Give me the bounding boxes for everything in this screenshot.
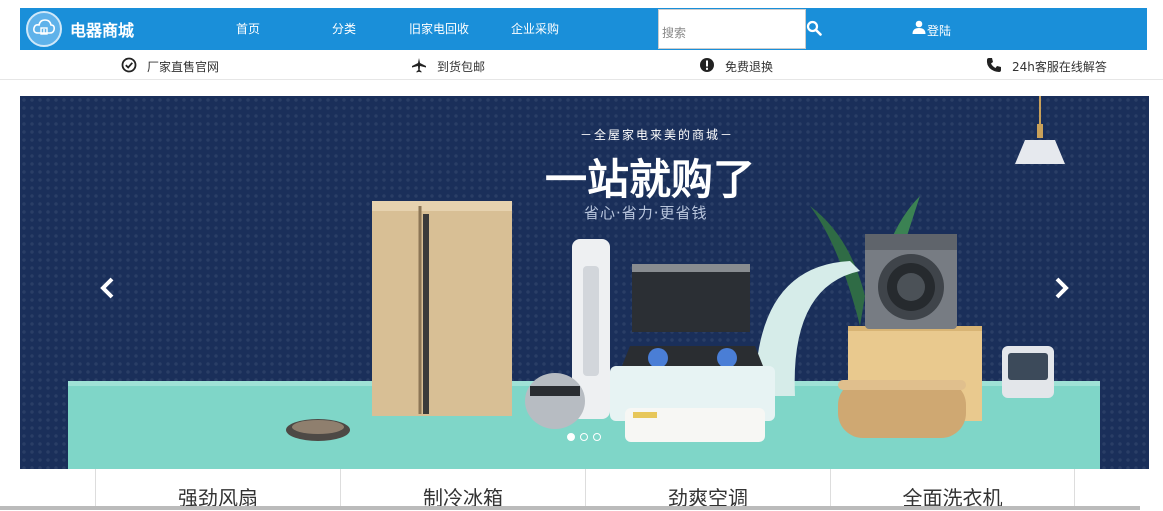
nav-category[interactable]: 分类 (332, 20, 356, 37)
carousel-dot-2[interactable] (580, 433, 588, 441)
category-fan[interactable]: 强劲风扇 (95, 469, 340, 510)
category-bar: 强劲风扇 制冷冰箱 劲爽空调 全面洗衣机 (95, 469, 1075, 510)
top-navbar: 电器商城 首页 分类 旧家电回收 企业采购 搜索 登陆 (20, 8, 1147, 50)
feature-label: 24h客服在线解答 (1012, 60, 1107, 74)
carousel-dot-3[interactable] (593, 433, 601, 441)
category-fridge[interactable]: 制冷冰箱 (340, 469, 585, 510)
nav-recycle[interactable]: 旧家电回收 (409, 20, 469, 37)
user-icon (912, 20, 926, 34)
check-circle-icon (121, 57, 137, 73)
search-input[interactable]: 搜索 (658, 9, 806, 49)
plane-icon (412, 58, 426, 73)
category-washer[interactable]: 全面洗衣机 (830, 469, 1075, 510)
product-illustration (286, 96, 1065, 442)
feature-label: 到货包邮 (437, 60, 486, 74)
hero-banner[interactable]: －全屋家电来美的商城－ 一站就购了 省心·省力·更省钱 (20, 96, 1149, 469)
search-icon[interactable] (806, 20, 822, 40)
category-ac[interactable]: 劲爽空调 (585, 469, 830, 510)
prev-arrow-icon[interactable] (98, 276, 116, 300)
feature-label: 免费退换 (725, 60, 774, 74)
page-bottom-divider (0, 506, 1140, 510)
login-label: 登陆 (927, 24, 952, 38)
nav-home[interactable]: 首页 (236, 20, 260, 37)
carousel-dot-1[interactable] (567, 433, 575, 441)
exclamation-circle-icon (700, 58, 714, 72)
feature-return: 免费退换 (700, 58, 774, 75)
phone-icon (986, 58, 1001, 72)
cloud-logo-icon[interactable] (26, 11, 62, 47)
next-arrow-icon[interactable] (1053, 276, 1071, 300)
feature-official: 厂家直售官网 (121, 57, 220, 75)
nav-enterprise[interactable]: 企业采购 (511, 20, 559, 37)
brand-name[interactable]: 电器商城 (70, 17, 134, 41)
feature-label: 厂家直售官网 (147, 60, 220, 74)
feature-strip: 厂家直售官网 到货包邮 免费退换 24h客服在线解答 (0, 50, 1163, 80)
feature-shipping: 到货包邮 (412, 58, 486, 75)
feature-service: 24h客服在线解答 (986, 58, 1107, 75)
